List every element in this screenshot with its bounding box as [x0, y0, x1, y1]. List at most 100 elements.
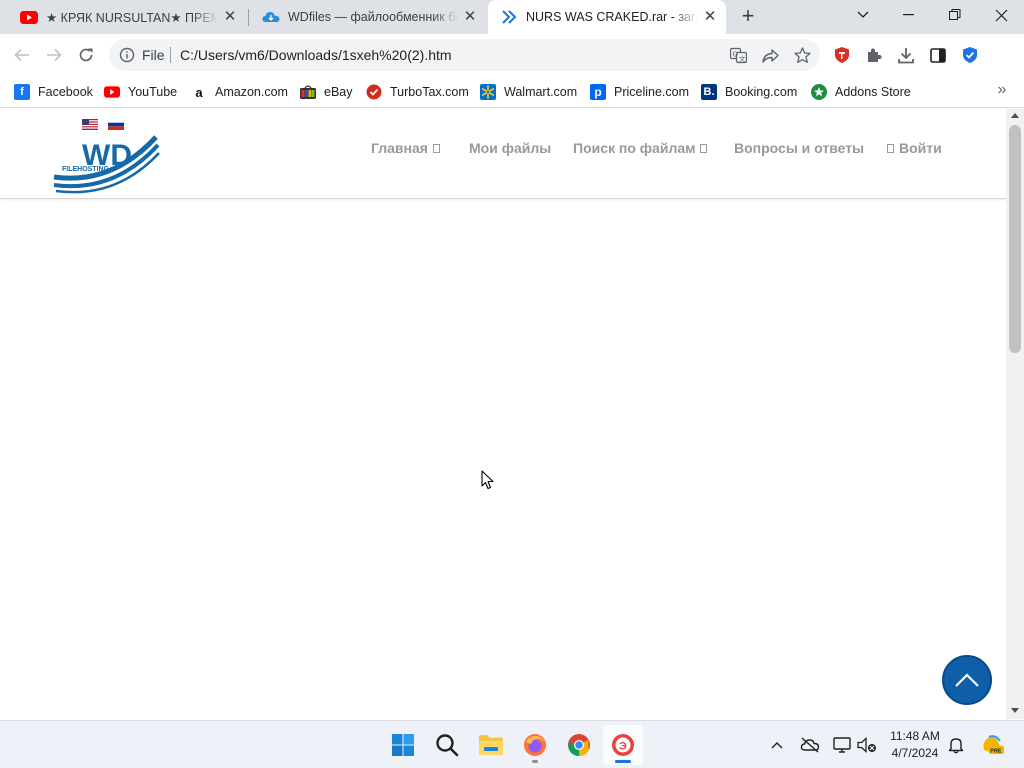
- shield-extension-icon[interactable]: [832, 45, 852, 65]
- ebay-icon: [300, 84, 316, 100]
- site-header: WD FILEHOSTING Главная Мои файлы Поиск п…: [0, 109, 1006, 199]
- scheme-label: File: [142, 47, 165, 63]
- network-monitor-icon[interactable]: [832, 735, 852, 755]
- priceline-icon: p: [590, 84, 606, 100]
- browser-toolbar: File C:/Users/vm6/Downloads/1sxeh%20(2).…: [0, 34, 1024, 76]
- show-hidden-icons-chevron-icon[interactable]: [767, 735, 787, 755]
- bookmarks-overflow-icon[interactable]: »: [992, 81, 1012, 101]
- nav-faq[interactable]: Вопросы и ответы: [734, 140, 864, 156]
- svg-text:Э: Э: [619, 741, 627, 753]
- minimize-icon[interactable]: [886, 0, 932, 30]
- bookmark-youtube[interactable]: YouTube: [104, 82, 177, 102]
- us-flag-icon[interactable]: [82, 118, 98, 130]
- scrollbar-thumb[interactable]: [1009, 125, 1021, 353]
- bookmark-addons-store[interactable]: Addons Store: [811, 82, 911, 102]
- clock-time: 11:48 AM: [890, 729, 940, 743]
- vertical-scrollbar[interactable]: [1006, 109, 1024, 719]
- restore-icon[interactable]: [932, 0, 978, 30]
- bookmark-priceline[interactable]: p Priceline.com: [590, 82, 689, 102]
- back-arrow-icon[interactable]: [10, 43, 34, 67]
- side-panel-icon[interactable]: [928, 45, 948, 65]
- forward-arrow-icon[interactable]: [42, 43, 66, 67]
- bookmark-label: Priceline.com: [614, 85, 690, 99]
- nav-label: Мои файлы: [469, 140, 552, 156]
- close-tab-icon[interactable]: ✕: [462, 9, 478, 25]
- nav-label: Вопросы и ответы: [734, 140, 865, 156]
- tab-title: NURS WAS CRAKED.rar - загрузка: [526, 10, 698, 24]
- tab-2[interactable]: WDfiles — файлообменник без ограничений …: [250, 0, 486, 34]
- youtube-icon: [20, 10, 38, 24]
- bookmark-label: Walmart.com: [504, 85, 578, 99]
- nav-label: Поиск по файлам: [573, 140, 696, 156]
- chevron-up-icon: [955, 673, 979, 687]
- svg-text:文: 文: [739, 54, 746, 63]
- booking-icon: B.: [701, 84, 717, 100]
- scroll-down-arrow-icon[interactable]: [1011, 708, 1019, 713]
- svg-text:PRE: PRE: [990, 749, 1002, 755]
- nav-label: Войти: [899, 140, 942, 156]
- onedrive-offline-icon[interactable]: [800, 735, 820, 755]
- scroll-up-arrow-icon[interactable]: [1011, 113, 1019, 118]
- omnibox-divider: [170, 47, 171, 63]
- site-info-icon[interactable]: [119, 47, 135, 66]
- bookmark-label: Amazon.com: [215, 85, 288, 99]
- reload-icon[interactable]: [74, 43, 98, 67]
- bookmark-ebay[interactable]: eBay: [300, 82, 353, 102]
- nav-login[interactable]: Войти: [887, 140, 942, 156]
- share-icon[interactable]: [761, 46, 779, 64]
- download-icon[interactable]: [896, 45, 916, 65]
- bookmark-amazon[interactable]: a Amazon.com: [191, 82, 288, 102]
- nav-label: Главная: [371, 140, 428, 156]
- bookmark-walmart[interactable]: Walmart.com: [480, 82, 577, 102]
- close-window-icon[interactable]: [978, 0, 1024, 30]
- tab-1[interactable]: ★ КРЯК NURSULTAN★ ПРЕМИУМ ✕: [8, 0, 246, 34]
- extensions-puzzle-icon[interactable]: [864, 45, 884, 65]
- tab-title: ★ КРЯК NURSULTAN★ ПРЕМИУМ: [46, 10, 218, 25]
- browser-app-icon[interactable]: Э: [603, 725, 643, 765]
- svg-text:G: G: [732, 51, 737, 58]
- close-tab-icon[interactable]: ✕: [222, 9, 238, 25]
- new-tab-button[interactable]: +: [736, 5, 760, 29]
- security-shield-check-icon[interactable]: [960, 45, 980, 65]
- bookmark-star-icon[interactable]: [793, 46, 811, 64]
- search-icon[interactable]: [427, 725, 467, 765]
- scroll-to-top-button[interactable]: [942, 655, 992, 705]
- bookmark-turbotax[interactable]: TurboTax.com: [366, 82, 469, 102]
- bookmark-booking[interactable]: B. Booking.com: [701, 82, 797, 102]
- notification-bell-icon[interactable]: [946, 735, 966, 755]
- mouse-cursor-icon: [481, 470, 495, 493]
- speaker-muted-icon[interactable]: [857, 735, 877, 755]
- windows-start-icon[interactable]: [383, 725, 423, 765]
- bookmark-label: Booking.com: [725, 85, 798, 99]
- copilot-preview-icon[interactable]: PRE: [980, 732, 1004, 756]
- firefox-icon[interactable]: [515, 725, 555, 765]
- nav-home[interactable]: Главная: [371, 140, 440, 156]
- wd-filehosting-logo[interactable]: WD FILEHOSTING: [52, 133, 162, 200]
- bookmark-facebook[interactable]: f Facebook: [14, 82, 93, 102]
- translate-icon[interactable]: G文: [729, 46, 747, 64]
- tab-separator: [248, 9, 249, 26]
- wd-chevron-icon: [500, 10, 518, 24]
- address-bar[interactable]: File C:/Users/vm6/Downloads/1sxeh%20(2).…: [109, 39, 820, 71]
- walmart-icon: [480, 84, 496, 100]
- nav-my-files[interactable]: Мои файлы: [469, 140, 551, 156]
- ru-flag-icon[interactable]: [108, 118, 124, 130]
- file-explorer-icon[interactable]: [471, 725, 511, 765]
- system-clock[interactable]: 11:48 AM 4/7/2024: [884, 728, 946, 762]
- tab-strip: ★ КРЯК NURSULTAN★ ПРЕМИУМ ✕ WDfiles — фа…: [0, 0, 1024, 34]
- url-text[interactable]: C:/Users/vm6/Downloads/1sxeh%20(2).htm: [180, 47, 452, 63]
- chrome-icon[interactable]: [559, 725, 599, 765]
- close-tab-icon[interactable]: ✕: [702, 9, 718, 25]
- nav-file-search[interactable]: Поиск по файлам: [573, 140, 708, 156]
- clock-date: 4/7/2024: [891, 746, 939, 760]
- tab-search-chevron-icon[interactable]: [840, 0, 886, 30]
- bookmarks-bar: f Facebook YouTube a Amazon.com eBay Tur…: [0, 76, 1024, 108]
- windows-taskbar: Э 11:48 AM 4/7/2024 PRE: [0, 720, 1024, 768]
- login-glyph-icon: [887, 143, 894, 153]
- bookmark-label: Addons Store: [835, 85, 911, 99]
- bookmark-label: Facebook: [38, 85, 93, 99]
- tab-3[interactable]: NURS WAS CRAKED.rar - загрузка ✕: [488, 0, 726, 34]
- bookmark-label: eBay: [324, 85, 353, 99]
- turbotax-icon: [366, 84, 382, 100]
- facebook-icon: f: [14, 84, 30, 100]
